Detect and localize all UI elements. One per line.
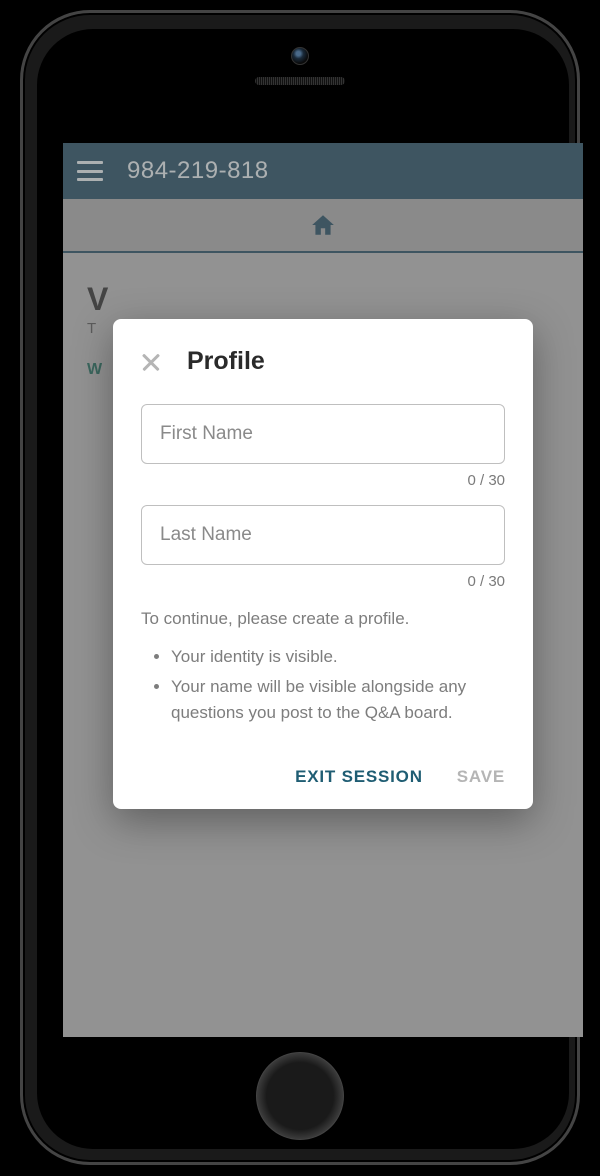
device-home-button[interactable] — [256, 1052, 344, 1140]
first-name-field-wrapper — [141, 404, 505, 464]
list-item: Your identity is visible. — [171, 644, 505, 670]
phone-frame: 984-219-818 V T W Profile 0 / 30 — [20, 10, 580, 1165]
profile-info-text: To continue, please create a profile. — [141, 606, 505, 632]
modal-title: Profile — [187, 347, 265, 376]
profile-info-list: Your identity is visible. Your name will… — [141, 644, 505, 727]
device-camera — [291, 47, 309, 65]
device-screen: 984-219-818 V T W Profile 0 / 30 — [63, 143, 583, 1037]
modal-header: Profile — [141, 347, 505, 376]
close-icon[interactable] — [141, 352, 161, 372]
first-name-counter: 0 / 30 — [141, 472, 505, 489]
last-name-field-wrapper — [141, 505, 505, 565]
first-name-input[interactable] — [141, 404, 505, 464]
list-item: Your name will be visible alongside any … — [171, 674, 505, 727]
last-name-input[interactable] — [141, 505, 505, 565]
exit-session-button[interactable]: EXIT SESSION — [295, 767, 423, 787]
profile-modal: Profile 0 / 30 0 / 30 To continue, pleas… — [113, 319, 533, 809]
save-button[interactable]: SAVE — [457, 767, 505, 787]
device-speaker-grille — [255, 77, 345, 85]
modal-actions: EXIT SESSION SAVE — [141, 767, 505, 787]
last-name-counter: 0 / 30 — [141, 573, 505, 590]
